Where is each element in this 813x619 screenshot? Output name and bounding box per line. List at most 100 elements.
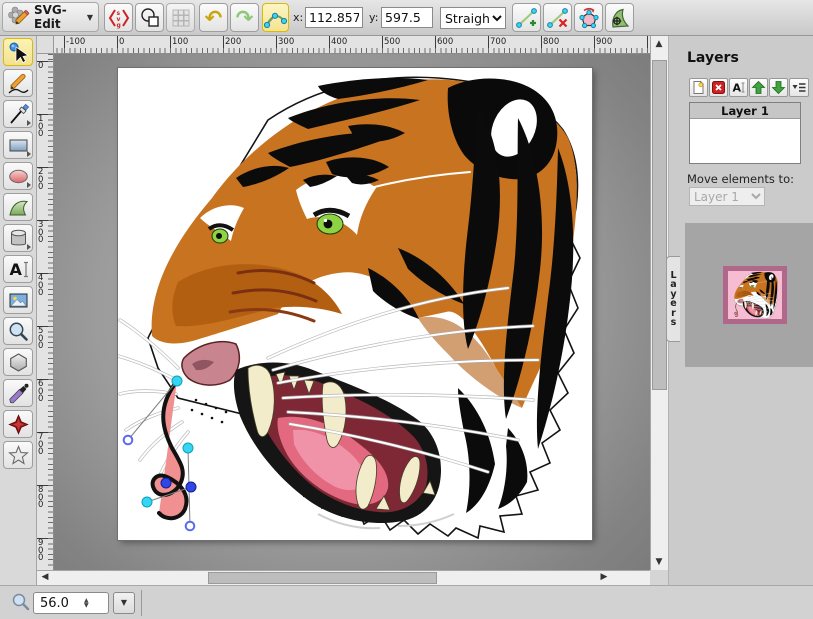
workspace[interactable] [54,54,650,570]
tool-image[interactable] [3,286,33,314]
tool-line[interactable] [3,100,33,128]
tiger-artwork [118,68,592,540]
select-icon [7,41,30,64]
add-node-button[interactable] [512,3,541,32]
link-control-points-icon [264,6,287,29]
grid-icon [169,6,193,30]
y-input[interactable] [381,7,433,28]
ruler-tick-label: 400 [331,37,347,47]
scroll-down-arrow[interactable]: ▼ [651,554,667,570]
tool-select[interactable] [3,38,33,66]
ruler-tick-label: 8 0 0 [38,487,43,510]
open-close-subpath-button[interactable] [574,3,603,32]
segment-type-select[interactable]: Straight [440,7,506,29]
new-layer-button[interactable] [689,78,708,97]
ruler-tick-label: 7 0 0 [38,434,43,457]
submenu-mark [27,244,31,250]
svg-text:A: A [733,82,742,95]
rename-layer-icon: A [731,80,746,95]
move-elements-label: Move elements to: [687,172,794,186]
delete-node-icon [546,6,570,30]
layer-row[interactable]: Layer 1 [690,103,800,119]
delete-node-button[interactable] [543,3,572,32]
tool-text[interactable]: A [3,255,33,283]
ruler-tick-label: 100 [172,37,188,47]
scroll-right-arrow[interactable]: ▶ [596,570,612,586]
ruler-tick-label: 1 0 0 [38,116,43,139]
move-elements-select[interactable]: Layer 1 [689,187,765,206]
tool-ellipse[interactable] [3,162,33,190]
tool-red-shape[interactable] [3,410,33,438]
zoom-spinner-down-icon[interactable]: ▼ [84,603,89,608]
ruler-tick-label: 6 0 0 [38,381,43,404]
layers-panel: Layers A [668,36,813,619]
svg-canvas[interactable] [118,68,592,540]
flip-path-button[interactable] [605,3,634,32]
undo-icon: ↶ [205,8,223,28]
delete-layer-icon [711,80,726,95]
top-toolbar: SVG-Edit ▼ s v g [0,0,813,36]
horizontal-scrollbar[interactable]: ◀ ▶ [37,570,650,585]
horizontal-scrollbar-thumb[interactable] [208,572,437,584]
hexagon-icon [7,351,30,374]
up-arrow-icon [751,80,766,95]
source-editor-button[interactable]: s v g [104,3,133,32]
ruler-tick-label: 0 [119,37,124,47]
svg-text:g: g [116,22,120,29]
vertical-scrollbar-thumb[interactable] [652,60,667,390]
layer-thumbnail-image [728,271,782,319]
open-close-subpath-icon [577,6,601,30]
layer-menu-button[interactable] [789,78,809,97]
tool-rectangle[interactable] [3,131,33,159]
tool-pencil[interactable] [3,69,33,97]
zoom-input-group: ▲ ▼ [33,592,109,614]
tool-zoom[interactable] [3,317,33,345]
eyedropper-icon [7,382,30,405]
redo-button[interactable]: ↷ [230,3,259,32]
ruler-tick-label: 4 0 0 [38,275,43,298]
rename-layer-button[interactable]: A [729,78,748,97]
ruler-tick-label: 900 [596,37,612,47]
zoom-preset-dropdown[interactable]: ▼ [113,592,135,614]
red-star-shape-icon [7,413,30,436]
layer-thumbnail [723,266,787,324]
magnifier-icon [7,320,30,343]
undo-button[interactable]: ↶ [199,3,228,32]
scroll-left-arrow[interactable]: ◀ [37,570,53,586]
delete-layer-button[interactable] [709,78,728,97]
scroll-up-arrow[interactable]: ▲ [651,36,667,52]
zoom-spinner[interactable]: ▲ ▼ [84,598,89,608]
grid-button[interactable] [166,3,195,32]
ruler-tick-label: 3 0 0 [38,222,43,245]
layers-tab-label: L a y e r s [670,271,676,328]
star-icon [7,444,30,467]
move-layer-down-button[interactable] [769,78,788,97]
zoom-input[interactable] [34,595,82,612]
tool-polygon[interactable] [3,348,33,376]
ruler-tick-label: 0 [38,63,43,71]
statusbar-separator [141,590,142,616]
link-control-points-button[interactable] [262,3,289,32]
submenu-mark [27,120,31,126]
tool-shape-library[interactable] [3,224,33,252]
ruler-tick-label: 5 0 0 [38,328,43,351]
x-input[interactable] [305,7,363,28]
svg-text:A: A [9,260,22,279]
wireframe-button[interactable] [135,3,164,32]
text-icon: A [7,258,30,281]
tool-star[interactable] [3,441,33,469]
pencil-icon [7,72,30,95]
add-node-icon [515,6,539,30]
main-menu-button[interactable]: SVG-Edit ▼ [2,2,99,32]
layers-panel-collapse-handle[interactable]: L a y e r s [666,256,680,342]
tool-eyedropper[interactable] [3,379,33,407]
move-layer-up-button[interactable] [749,78,768,97]
svg-edit-logo-icon [8,4,30,30]
y-label: y: [369,11,378,24]
image-icon [7,289,30,312]
submenu-mark [27,182,31,188]
logo-label: SVG-Edit [34,3,83,31]
ruler-tick-label: 600 [437,37,453,47]
layers-panel-title: Layers [687,50,739,66]
tool-path[interactable] [3,193,33,221]
